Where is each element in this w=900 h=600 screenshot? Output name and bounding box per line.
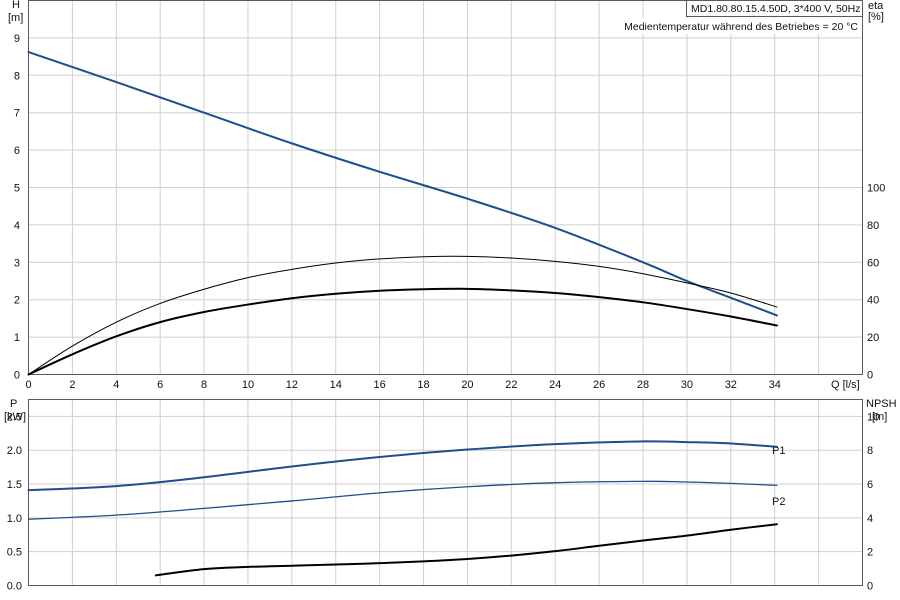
p-axis-label: P (10, 398, 17, 410)
h-tick-label: 5 (14, 183, 20, 195)
h-tick-label: 8 (14, 70, 20, 82)
p-tick-label: 0.0 (7, 581, 22, 593)
x-tick-label: 12 (286, 379, 298, 391)
npsh-axis-unit: [m] (872, 411, 887, 423)
h-tick-label: 1 (14, 332, 20, 344)
x-tick-label: 10 (242, 379, 254, 391)
p-tick-label: 0.5 (7, 547, 22, 559)
x-tick-label: 30 (681, 379, 693, 391)
temperature-info: Medientemperatur während des Betriebes =… (624, 21, 858, 33)
npsh-tick-label: 0 (867, 581, 873, 593)
h-tick-label: 6 (14, 145, 20, 157)
x-tick-label: 6 (157, 379, 163, 391)
h-tick-label: 2 (14, 295, 20, 307)
eta-tick-label: 100 (867, 183, 885, 195)
x-tick-label: 32 (725, 379, 737, 391)
pump-curve-chart: 0 2 4 6 8 10 12 14 16 18 20 22 24 26 28 30 32 34012345678… (4, 0, 897, 593)
p-tick-label: 1.5 (7, 479, 22, 491)
x-tick-label: 20 (461, 379, 473, 391)
eta-thin-curve (28, 255, 778, 375)
eta-tick-label: 0 (867, 370, 873, 382)
npsh-axis-label: NPSH (866, 398, 897, 410)
p-tick-label: 2.0 (7, 445, 22, 457)
npsh-tick-label: 2 (867, 547, 873, 559)
bottom-plot-frame (28, 399, 863, 586)
p1-curve (27, 440, 778, 492)
x-tick-label: 18 (417, 379, 429, 391)
eta-thick-curve (27, 287, 778, 376)
q-axis-label: Q [l/s] (831, 379, 860, 391)
npsh-tick-label: 6 (867, 479, 873, 491)
h-curve (27, 51, 778, 317)
model-info: MD1.80.80.15.4.50D, 3*400 V, 50Hz (691, 3, 860, 15)
h-axis-label: H (12, 0, 20, 11)
h-tick-label: 0 (14, 370, 20, 382)
x-tick-label: 8 (201, 379, 207, 391)
h-tick-label: 7 (14, 108, 20, 120)
npsh-tick-label: 8 (867, 445, 873, 457)
bottom-grid (28, 399, 863, 586)
x-tick-label: 28 (637, 379, 649, 391)
x-tick-label: 26 (593, 379, 605, 391)
eta-tick-label: 80 (867, 220, 879, 232)
p2-curve (27, 480, 778, 520)
x-tick-label: 34 (769, 379, 781, 391)
eta-tick-label: 20 (867, 332, 879, 344)
x-tick-label: 24 (549, 379, 561, 391)
p-axis-unit: [kW] (4, 411, 26, 423)
npsh-tick-label: 4 (867, 513, 873, 525)
x-tick-label: 0 (25, 379, 31, 391)
p1-series-label: P1 (772, 445, 785, 457)
h-tick-label: 4 (14, 220, 20, 232)
h-tick-label: 9 (14, 33, 20, 45)
x-tick-label: 4 (113, 379, 119, 391)
eta-tick-label: 40 (867, 295, 879, 307)
tick-labels: 0 2 4 6 8 10 12 14 16 18 20 22 24 26 28 30 32 34012345678… (7, 33, 886, 593)
eta-tick-label: 60 (867, 257, 879, 269)
p-tick-label: 1.0 (7, 513, 22, 525)
x-tick-label: 16 (374, 379, 386, 391)
curves (27, 51, 778, 577)
eta-axis-unit: [%] (868, 11, 884, 23)
x-tick-label: 22 (505, 379, 517, 391)
p2-series-label: P2 (772, 496, 785, 508)
x-tick-label: 2 (69, 379, 75, 391)
h-axis-unit: [m] (8, 12, 23, 24)
h-tick-label: 3 (14, 257, 20, 269)
npsh-curve (154, 523, 778, 577)
x-tick-label: 14 (330, 379, 342, 391)
